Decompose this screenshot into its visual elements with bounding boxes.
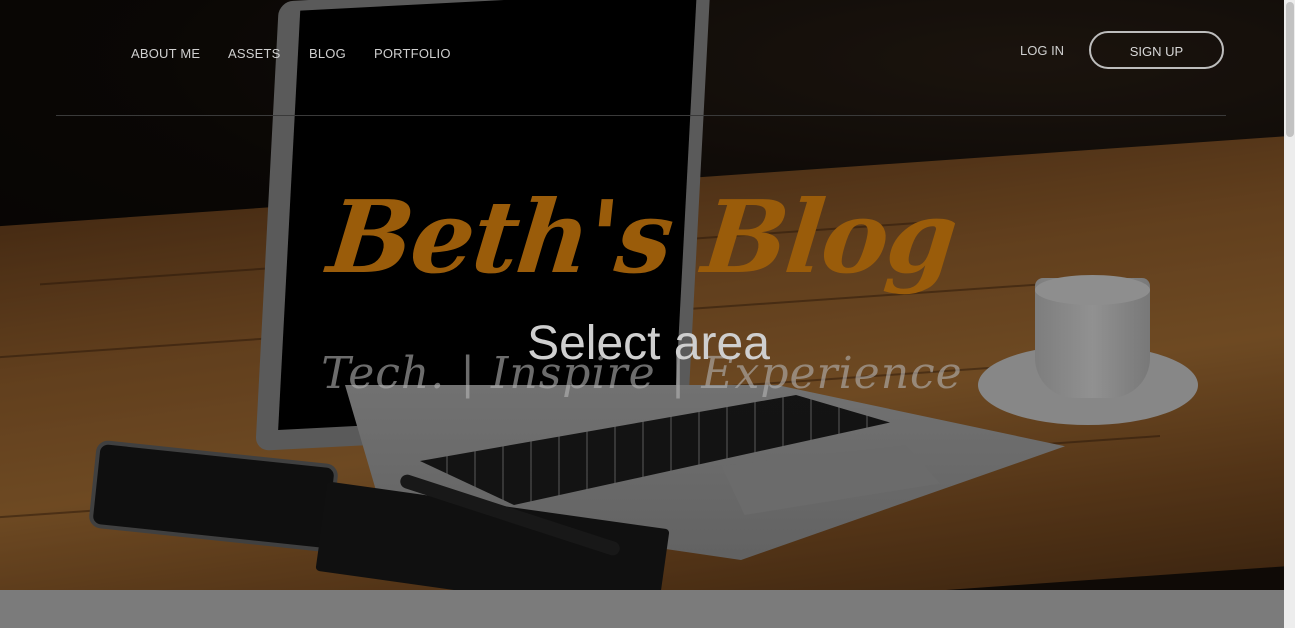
nav-link-about-me[interactable]: ABOUT ME: [131, 46, 200, 61]
page-content-below-hero: [0, 590, 1284, 628]
nav-link-assets[interactable]: ASSETS: [228, 46, 281, 61]
page-viewport: ABOUT ME ASSETS BLOG PORTFOLIO LOG IN SI…: [0, 0, 1284, 628]
select-area-label: Select area: [527, 317, 770, 370]
nav-link-blog[interactable]: BLOG: [309, 46, 346, 61]
signup-button[interactable]: SIGN UP: [1089, 31, 1224, 69]
scrollbar-thumb[interactable]: [1286, 2, 1294, 137]
login-link[interactable]: LOG IN: [1020, 43, 1064, 58]
nav-divider: [56, 115, 1226, 116]
blog-title: Beth's Blog: [322, 178, 962, 296]
top-navigation: ABOUT ME ASSETS BLOG PORTFOLIO LOG IN SI…: [0, 0, 1284, 116]
nav-link-portfolio[interactable]: PORTFOLIO: [374, 46, 451, 61]
